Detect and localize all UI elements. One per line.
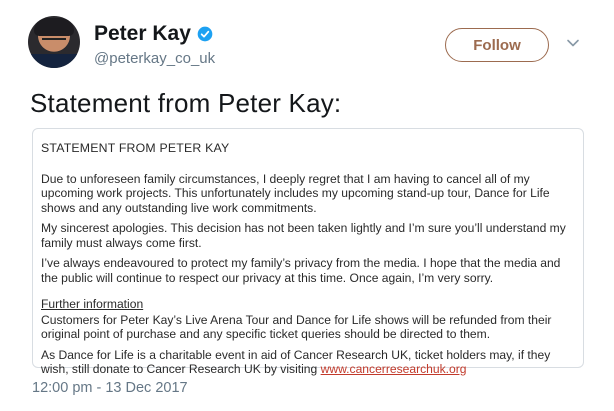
statement-paragraph-1: Due to unforeseen family circumstances, …: [41, 171, 550, 215]
statement-title: STATEMENT FROM PETER KAY: [41, 141, 230, 155]
further-information-heading: Further information: [41, 297, 144, 311]
statement-paragraph-4: Customers for Peter Kay’s Live Arena Tou…: [41, 312, 552, 342]
statement-paragraph-5: As Dance for Life is a charitable event …: [41, 348, 575, 377]
statement-paragraph-5-text: As Dance for Life is a charitable event …: [41, 347, 551, 377]
avatar-glasses: [42, 38, 66, 44]
tweet-text: Statement from Peter Kay:: [30, 88, 342, 118]
chevron-down-icon[interactable]: [566, 36, 580, 50]
author-display-name[interactable]: Peter Kay: [94, 22, 191, 46]
author-name-row: Peter Kay: [94, 22, 213, 46]
avatar-shirt: [28, 54, 80, 68]
statement-image[interactable]: STATEMENT FROM PETER KAY Due to unforese…: [32, 128, 584, 376]
avatar[interactable]: [28, 16, 80, 68]
avatar-hair: [34, 18, 74, 36]
follow-button[interactable]: Follow: [445, 28, 549, 62]
cancer-research-link: www.cancerresearchuk.org: [320, 362, 467, 376]
statement-paragraph-3: I’ve always endeavoured to protect my fa…: [41, 256, 561, 285]
verified-badge-icon: [197, 26, 213, 42]
tweet-header: Peter Kay @peterkay_co_uk Follow: [0, 0, 614, 86]
tweet-timestamp[interactable]: 12:00 pm - 13 Dec 2017: [32, 380, 188, 396]
author-handle[interactable]: @peterkay_co_uk: [94, 50, 215, 67]
statement-paragraph-2: My sincerest apologies. This decision ha…: [41, 221, 566, 250]
